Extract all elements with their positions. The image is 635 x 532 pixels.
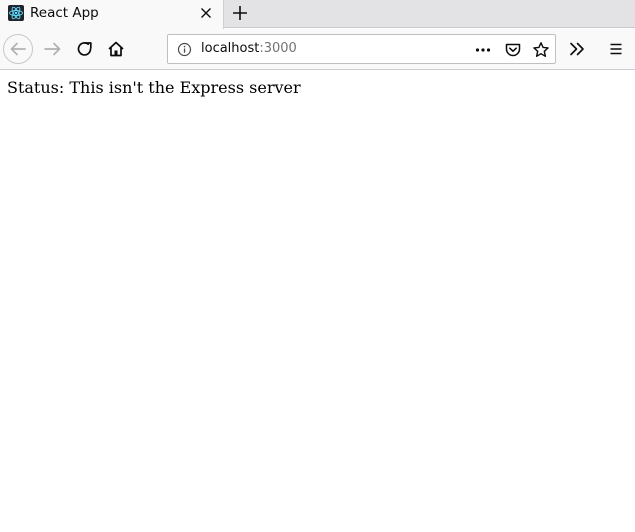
chevrons-right-icon[interactable] (562, 34, 592, 64)
new-tab-icon[interactable] (230, 3, 250, 23)
url-port: :3000 (259, 41, 297, 56)
page-actions-icon[interactable] (474, 41, 492, 59)
close-tab-icon[interactable] (198, 5, 214, 21)
react-logo-icon (8, 5, 24, 21)
page-content: Status: This isn't the Express server (0, 70, 635, 532)
tab-strip: React App (0, 0, 635, 29)
site-info-icon[interactable] (177, 42, 192, 57)
tab-title: React App (30, 5, 99, 21)
home-icon[interactable] (101, 34, 131, 64)
url-text[interactable]: localhost:3000 (201, 41, 297, 56)
back-arrow-icon[interactable] (3, 34, 33, 64)
hamburger-menu-icon[interactable] (601, 34, 631, 64)
tab-react-app[interactable]: React App (0, 0, 224, 29)
bookmark-star-icon[interactable] (532, 41, 550, 59)
navigation-toolbar: localhost:3000 (0, 29, 635, 70)
reload-icon[interactable] (70, 34, 100, 64)
status-text: Status: This isn't the Express server (7, 78, 301, 97)
forward-arrow-icon[interactable] (38, 34, 68, 64)
pocket-icon[interactable] (504, 41, 522, 59)
url-host: localhost (201, 41, 260, 56)
url-bar[interactable]: localhost:3000 (167, 34, 556, 64)
